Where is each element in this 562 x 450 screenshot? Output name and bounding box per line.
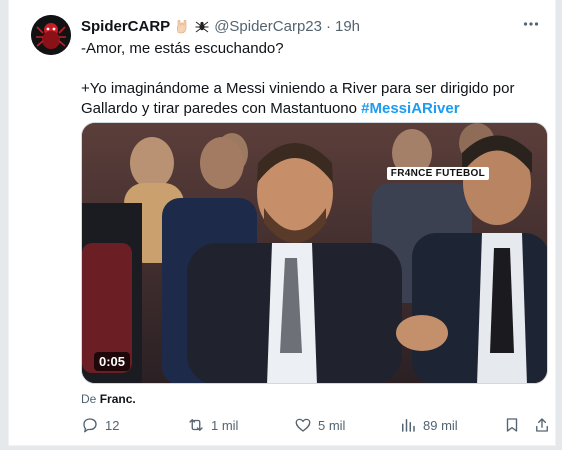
video-duration-badge: 0:05 [94,352,131,371]
tweet-text: -Amor, me estás escuchando? +Yo imaginán… [81,39,551,119]
display-name[interactable]: SpiderCARP [81,18,170,35]
share-icon [536,418,548,432]
views-chart-icon [402,419,415,432]
separator-dot: · [325,17,331,35]
tweet-line-2: +Yo imaginándome a Messi viniendo a Rive… [81,79,551,119]
timestamp[interactable]: 19h [335,18,360,35]
bookmark-icon [506,418,518,432]
rock-hand-emoji-icon [174,18,190,34]
tweet-card[interactable]: SpiderCARP @SpiderCarp23 · 19h -Amor, me… [8,0,556,446]
video-watermark: FR4NCE FUTEBOL [386,167,489,180]
video-thumbnail [82,123,547,383]
repost-count: 1 mil [211,417,239,433]
action-bar: 12 1 mil 5 mil 89 mil [81,414,551,436]
reply-icon [83,418,97,433]
bookmark-button[interactable] [503,414,521,436]
views-count: 89 mil [423,417,458,433]
tweet-line-1: -Amor, me estás escuchando? [81,40,284,57]
reply-count: 12 [105,417,120,433]
media-source: De Franc. [81,392,136,406]
avatar-image [31,15,71,55]
reply-button[interactable]: 12 [81,414,119,436]
avatar[interactable] [31,15,71,55]
source-prefix: De [81,392,97,406]
like-button[interactable]: 5 mil [294,414,345,436]
user-handle[interactable]: @SpiderCarp23 [214,18,322,35]
source-name-link[interactable]: Franc. [100,392,136,406]
more-options-icon[interactable] [521,14,541,34]
spider-emoji-icon [194,18,210,34]
views-button[interactable]: 89 mil [399,414,458,436]
tweet-header: SpiderCARP @SpiderCarp23 · 19h [81,16,539,36]
hashtag-link[interactable]: #MessiARiver [361,100,459,117]
share-button[interactable] [533,414,551,436]
repost-button[interactable]: 1 mil [187,414,238,436]
video-player[interactable]: FR4NCE FUTEBOL 0:05 [81,122,548,384]
heart-icon [295,418,311,432]
repost-icon [189,419,203,431]
like-count: 5 mil [318,417,346,433]
